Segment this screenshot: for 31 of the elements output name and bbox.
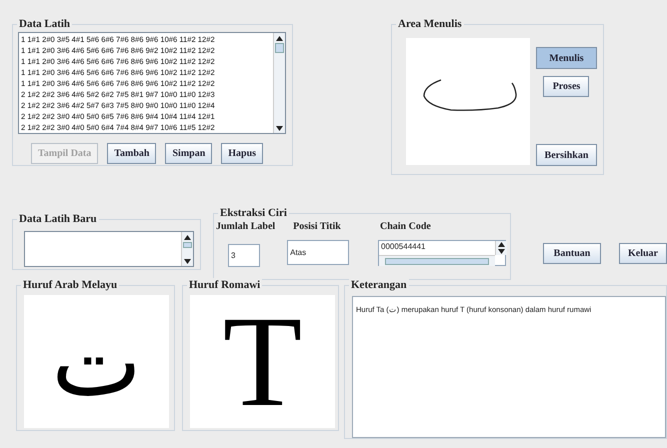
scrollbar[interactable] (379, 255, 495, 266)
scroll-up-icon[interactable] (184, 234, 191, 240)
roman-letter: T (222, 296, 302, 426)
input-field[interactable]: 3 (228, 244, 260, 267)
action-button[interactable]: Proses (543, 76, 590, 97)
action-button[interactable]: Bantuan (543, 243, 601, 264)
action-button[interactable]: Tambah (107, 143, 156, 164)
scroll-thumb[interactable] (183, 242, 192, 248)
scroll-thumb[interactable] (275, 43, 284, 53)
action-button[interactable]: Hapus (221, 143, 264, 164)
action-button[interactable]: Simpan (165, 143, 212, 164)
scroll-up-icon[interactable] (498, 242, 505, 247)
scroll-down-icon[interactable] (276, 126, 283, 130)
data-list[interactable] (18, 32, 286, 134)
scroll-down-icon[interactable] (184, 258, 191, 264)
field-label: Chain Code (380, 221, 431, 232)
group-title: Huruf Arab Melayu (21, 278, 120, 292)
scrollbar[interactable] (273, 33, 285, 133)
action-button[interactable]: Bersihkan (536, 144, 597, 166)
arabic-letter: ت (51, 314, 142, 410)
input-field[interactable]: Atas (287, 240, 350, 265)
scroll-up-icon[interactable] (276, 36, 283, 40)
action-button[interactable]: Keluar (619, 243, 667, 264)
group-title: Keterangan (349, 278, 409, 292)
scrollbar[interactable] (181, 232, 193, 266)
scroll-down-icon[interactable] (498, 249, 505, 254)
input-field[interactable]: 0000544441 (378, 240, 506, 266)
scrollbar[interactable] (495, 241, 507, 255)
field-label: Posisi Titik (293, 221, 341, 232)
field-label: Jumlah Label (216, 221, 276, 232)
action-button[interactable]: Menulis (536, 47, 597, 69)
